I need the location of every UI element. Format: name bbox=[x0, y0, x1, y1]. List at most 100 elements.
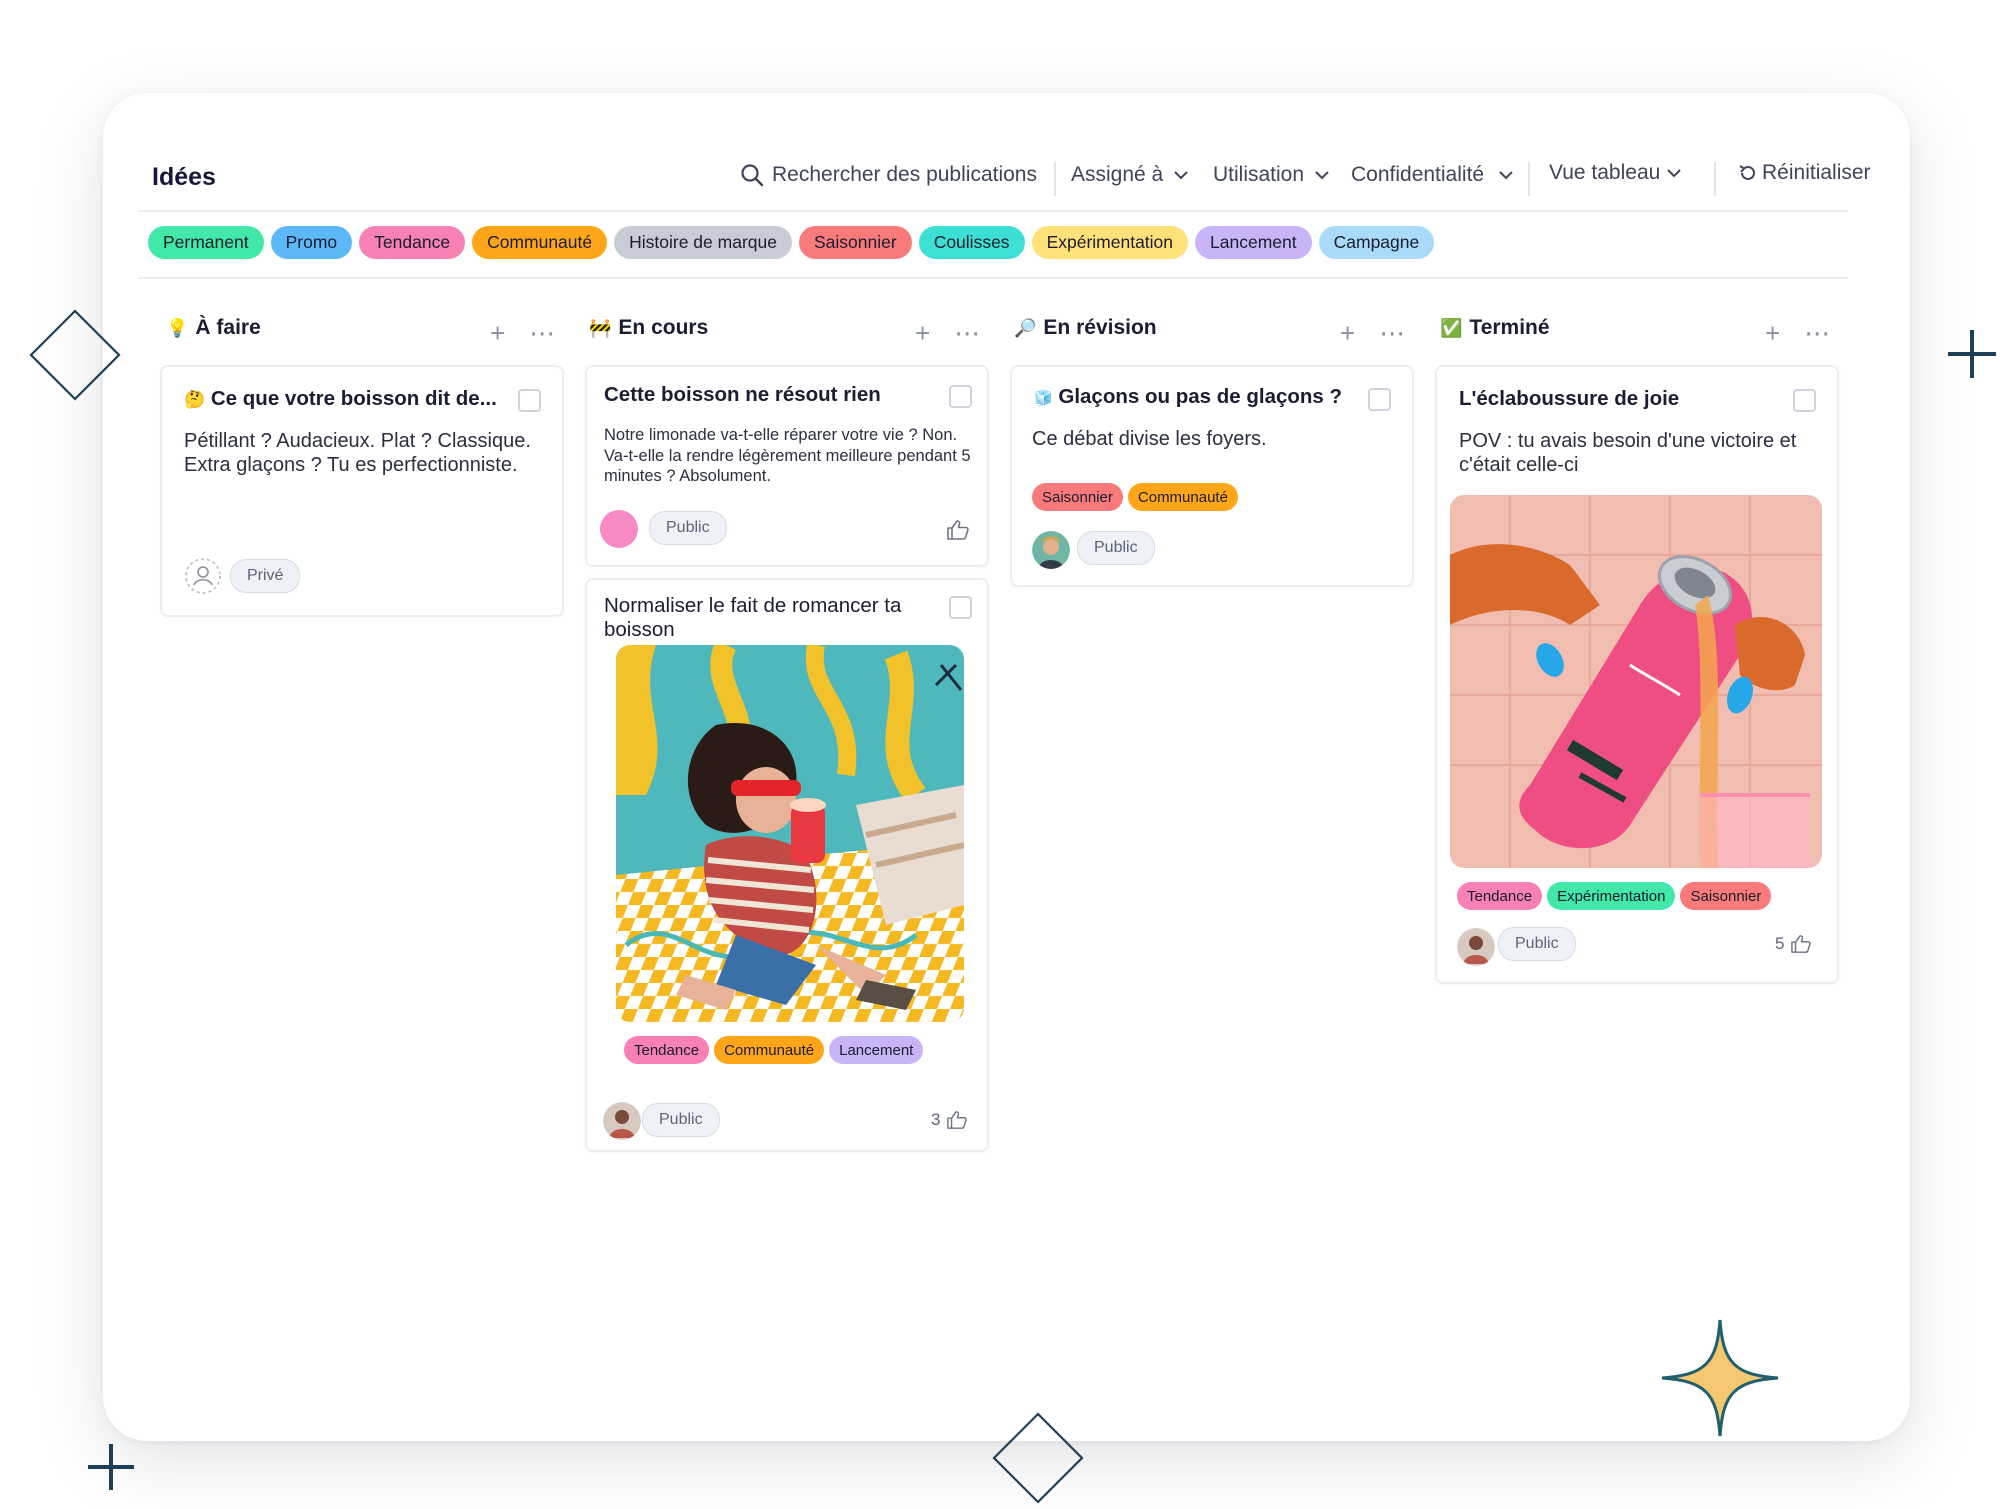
card-body: Notre limonade va-t-elle réparer votre v… bbox=[604, 426, 971, 485]
column-title: À faire bbox=[195, 316, 261, 339]
page-title: Idées bbox=[152, 163, 216, 191]
card-tag-tendance[interactable]: Tendance bbox=[624, 1036, 710, 1064]
sparkle-star-icon bbox=[1661, 1319, 1779, 1437]
view-mode-label: Vue tableau bbox=[1549, 161, 1661, 184]
diamond-outline-icon bbox=[29, 309, 121, 401]
card-tag-lancement[interactable]: Lancement bbox=[829, 1036, 924, 1064]
card-checkbox[interactable] bbox=[1368, 388, 1391, 411]
search-icon bbox=[741, 164, 764, 187]
column-header-todo: 💡 À faire bbox=[166, 316, 261, 340]
likes-counter[interactable]: 3 bbox=[931, 1110, 968, 1130]
reset-filters-button[interactable]: Réinitialiser bbox=[1738, 161, 1871, 185]
card-checkbox[interactable] bbox=[949, 596, 972, 619]
more-options-icon[interactable]: ⋯ bbox=[954, 318, 980, 349]
lightbulb-icon: 💡 bbox=[166, 317, 189, 338]
construction-icon: 🚧 bbox=[589, 317, 612, 338]
more-options-icon[interactable]: ⋯ bbox=[1804, 318, 1830, 349]
card-tag-communaute[interactable]: Communauté bbox=[714, 1036, 825, 1064]
avatar[interactable] bbox=[603, 1102, 641, 1140]
post-image-drink-photo[interactable] bbox=[616, 645, 964, 1022]
ice-cube-icon: 🧊 bbox=[1034, 390, 1053, 407]
avatar[interactable] bbox=[1457, 928, 1495, 966]
plus-decoration-icon bbox=[88, 1444, 134, 1490]
plus-decoration-icon bbox=[1948, 330, 1996, 378]
card-tag-saisonnier[interactable]: Saisonnier bbox=[1032, 483, 1123, 511]
chevron-down-icon bbox=[1315, 171, 1329, 180]
column-title: En cours bbox=[618, 316, 709, 339]
privacy-filter-dropdown[interactable]: Confidentialité bbox=[1351, 163, 1514, 187]
tag-filter-campagne[interactable]: Campagne bbox=[1318, 226, 1435, 259]
likes-counter[interactable]: 5 bbox=[1775, 934, 1812, 954]
add-card-icon[interactable]: + bbox=[1340, 318, 1355, 349]
toolbar-divider bbox=[1714, 162, 1716, 196]
tag-filter-saisonnier[interactable]: Saisonnier bbox=[798, 226, 912, 259]
add-card-icon[interactable]: + bbox=[915, 318, 930, 349]
privacy-badge[interactable]: Public bbox=[649, 511, 727, 545]
privacy-badge[interactable]: Privé bbox=[230, 559, 301, 593]
card-body: Pétillant ? Audacieux. Plat ? Classique.… bbox=[184, 430, 531, 476]
chevron-down-icon bbox=[1499, 171, 1513, 180]
assigned-filter-dropdown[interactable]: Assigné à bbox=[1071, 163, 1189, 187]
unassigned-avatar-icon[interactable] bbox=[184, 557, 222, 595]
add-card-icon[interactable]: + bbox=[1765, 318, 1780, 349]
privacy-badge[interactable]: Public bbox=[1498, 927, 1576, 961]
diamond-outline-icon bbox=[992, 1412, 1084, 1504]
more-options-icon[interactable]: ⋯ bbox=[1379, 318, 1405, 349]
tag-filter-lancement[interactable]: Lancement bbox=[1195, 226, 1312, 259]
column-title: Terminé bbox=[1469, 316, 1550, 339]
usage-filter-label: Utilisation bbox=[1213, 163, 1305, 186]
view-mode-dropdown[interactable]: Vue tableau bbox=[1549, 161, 1682, 185]
privacy-badge[interactable]: Public bbox=[642, 1103, 720, 1137]
thinking-face-icon: 🤔 bbox=[184, 390, 206, 409]
likes-count: 3 bbox=[931, 1110, 941, 1129]
check-mark-icon: ✅ bbox=[1440, 317, 1463, 338]
card-tag-saisonnier[interactable]: Saisonnier bbox=[1680, 882, 1772, 910]
card-tags: Tendance Communauté Lancement bbox=[624, 1036, 924, 1064]
column-header-in-progress: 🚧 En cours bbox=[589, 316, 708, 340]
card-romancer-boisson[interactable]: Normaliser le fait de romancer ta boisso… bbox=[585, 578, 989, 1152]
card-tag-tendance[interactable]: Tendance bbox=[1457, 882, 1543, 910]
card-body: Ce débat divise les foyers. bbox=[1032, 428, 1267, 450]
avatar[interactable] bbox=[1032, 531, 1070, 569]
tags-divider bbox=[138, 277, 1848, 279]
more-options-icon[interactable]: ⋯ bbox=[529, 318, 555, 349]
tag-filter-promo[interactable]: Promo bbox=[270, 226, 353, 259]
chevron-down-icon bbox=[1174, 171, 1188, 180]
tag-filter-tendance[interactable]: Tendance bbox=[359, 226, 466, 259]
usage-filter-dropdown[interactable]: Utilisation bbox=[1213, 163, 1330, 187]
column-actions: + ⋯ bbox=[1340, 318, 1405, 349]
avatar[interactable] bbox=[600, 510, 638, 548]
add-card-icon[interactable]: + bbox=[490, 318, 505, 349]
card-title: Normaliser le fait de romancer ta boisso… bbox=[604, 594, 902, 641]
column-header-in-review: 🔎 En révision bbox=[1014, 316, 1157, 340]
card-boisson-dit[interactable]: 🤔 Ce que votre boisson dit de... Pétilla… bbox=[160, 365, 564, 617]
thumbs-up-icon bbox=[1791, 935, 1812, 953]
card-checkbox[interactable] bbox=[949, 385, 972, 408]
card-title: 🤔 Ce que votre boisson dit de... bbox=[184, 387, 497, 410]
tag-filter-histoire-de-marque[interactable]: Histoire de marque bbox=[614, 226, 792, 259]
card-tag-communaute[interactable]: Communauté bbox=[1127, 483, 1238, 511]
column-actions: + ⋯ bbox=[490, 318, 555, 349]
card-glacons[interactable]: 🧊 Glaçons ou pas de glaçons ? Ce débat d… bbox=[1010, 365, 1414, 587]
card-body: POV : tu avais besoin d'une victoire et … bbox=[1459, 430, 1797, 476]
search-button[interactable]: Rechercher des publications bbox=[740, 163, 1037, 187]
assigned-filter-label: Assigné à bbox=[1071, 163, 1164, 186]
reset-label: Réinitialiser bbox=[1762, 161, 1871, 184]
search-label: Rechercher des publications bbox=[772, 163, 1037, 186]
thumbs-up-icon[interactable] bbox=[946, 519, 970, 541]
card-tag-experimentation[interactable]: Expérimentation bbox=[1547, 882, 1676, 910]
tag-filter-permanent[interactable]: Permanent bbox=[148, 226, 264, 259]
card-eclaboussure[interactable]: L'éclaboussure de joie POV : tu avais be… bbox=[1435, 365, 1839, 984]
card-checkbox[interactable] bbox=[518, 389, 541, 412]
tag-filter-communaute[interactable]: Communauté bbox=[472, 226, 608, 259]
card-checkbox[interactable] bbox=[1793, 389, 1816, 412]
card-boisson-resout[interactable]: Cette boisson ne résout rien Notre limon… bbox=[585, 365, 989, 567]
tag-filter-coulisses[interactable]: Coulisses bbox=[918, 226, 1025, 259]
reset-icon bbox=[1739, 165, 1755, 180]
card-tags: Tendance Expérimentation Saisonnier bbox=[1457, 882, 1772, 910]
privacy-badge[interactable]: Public bbox=[1077, 531, 1155, 565]
toolbar-divider bbox=[1054, 162, 1056, 196]
post-image-soda-can[interactable] bbox=[1450, 495, 1822, 868]
column-actions: + ⋯ bbox=[1765, 318, 1830, 349]
tag-filter-experimentation[interactable]: Expérimentation bbox=[1031, 226, 1189, 259]
